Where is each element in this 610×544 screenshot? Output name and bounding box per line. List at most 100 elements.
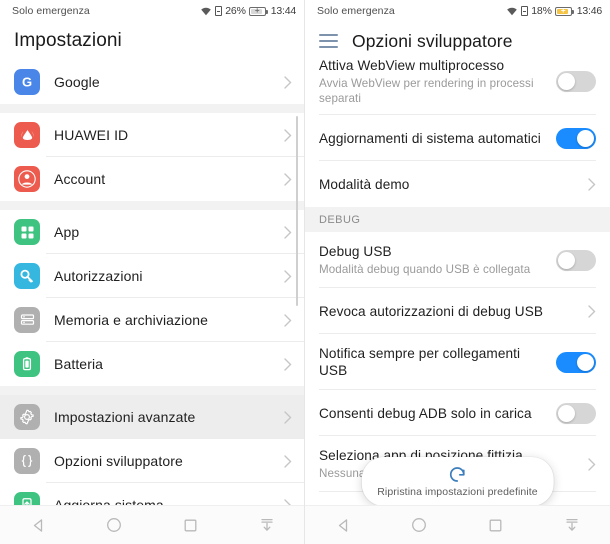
wifi-icon — [506, 6, 518, 16]
toggle-notifica-collegamenti-usb[interactable] — [556, 351, 596, 373]
option-text: Notifica sempre per collegamenti USB — [319, 345, 556, 379]
sidebar-item-google[interactable]: G Google — [0, 60, 304, 104]
carrier-label-right: Solo emergenza — [317, 5, 395, 17]
option-row-notifica-collegamenti-usb[interactable]: Notifica sempre per collegamenti USB — [305, 334, 610, 390]
hamburger-menu-icon[interactable] — [319, 34, 338, 48]
sidebar-item-memoria-archiviazione[interactable]: Memoria e archiviazione — [0, 298, 304, 342]
apps-grid-icon — [14, 219, 40, 245]
account-icon — [14, 166, 40, 192]
option-text: Aggiornamenti di sistema automatici — [319, 130, 556, 147]
sim-card-icon — [215, 6, 223, 16]
status-icons-left: 26% + 13:44 — [200, 5, 296, 17]
option-title: Notifica sempre per collegamenti USB — [319, 346, 521, 378]
sidebar-item-app[interactable]: App — [0, 210, 304, 254]
status-bar-left: Solo emergenza 26% + 13:44 — [0, 0, 304, 22]
hide-navbar-icon[interactable] — [552, 506, 592, 544]
chevron-right-icon — [278, 454, 292, 468]
sidebar-item-batteria[interactable]: Batteria — [0, 342, 304, 386]
key-icon — [14, 263, 40, 289]
group-divider — [0, 386, 304, 395]
toast-text: Ripristina impostazioni predefinite — [377, 486, 538, 498]
navigation-bar-right — [305, 505, 610, 544]
google-icon: G — [14, 69, 40, 95]
option-title: Consenti debug ADB solo in carica — [319, 405, 532, 421]
group-divider — [0, 104, 304, 113]
home-circle-icon[interactable] — [94, 506, 134, 544]
option-title: Revoca autorizzazioni di debug USB — [319, 303, 544, 319]
settings-group-1: G Google — [0, 60, 304, 104]
option-text: Revoca autorizzazioni di debug USB — [319, 303, 582, 320]
huawei-icon — [14, 122, 40, 148]
wifi-icon — [200, 6, 212, 16]
page-title-developer-options: Opzioni sviluppatore — [352, 30, 513, 51]
developer-options-header: Opzioni sviluppatore — [305, 22, 610, 60]
sidebar-item-label: Opzioni sviluppatore — [54, 453, 183, 469]
option-row-aggiornamenti-automatici[interactable]: Aggiornamenti di sistema automatici — [305, 115, 610, 161]
option-text: Attiva WebView multiprocesso Avvia WebVi… — [319, 60, 556, 106]
toggle-webview-multiprocesso[interactable] — [556, 71, 596, 92]
option-title: Modalità demo — [319, 176, 410, 192]
back-triangle-icon[interactable] — [323, 506, 363, 544]
option-row-webview-multiprocesso[interactable]: Attiva WebView multiprocesso Avvia WebVi… — [305, 60, 610, 115]
recents-square-icon[interactable] — [171, 506, 211, 544]
battery-charging-icon-right: + — [554, 6, 574, 16]
sidebar-item-opzioni-sviluppatore[interactable]: Opzioni sviluppatore — [0, 439, 304, 483]
group-divider — [0, 201, 304, 210]
chevron-right-icon — [582, 457, 596, 471]
chevron-right-icon — [278, 357, 292, 371]
sidebar-item-account[interactable]: Account — [0, 157, 304, 201]
toast-ripristina-impostazioni: Ripristina impostazioni predefinite — [361, 457, 554, 506]
loading-spinner-icon — [447, 464, 468, 485]
sidebar-item-label: Memoria e archiviazione — [54, 312, 209, 328]
toggle-debug-usb[interactable] — [556, 249, 596, 271]
toggle-debug-adb-carica[interactable] — [556, 402, 596, 424]
scrollbar-left[interactable] — [295, 116, 298, 306]
option-row-revoca-autorizzazioni[interactable]: Revoca autorizzazioni di debug USB — [305, 288, 610, 334]
hide-navbar-icon[interactable] — [247, 506, 287, 544]
section-header-debug: DEBUG — [305, 207, 610, 232]
option-title: Attiva WebView multiprocesso — [319, 60, 505, 73]
battery-percent-right: 18% — [531, 5, 552, 17]
svg-text:G: G — [22, 75, 32, 90]
option-title: Aggiornamenti di sistema automatici — [319, 130, 541, 146]
carrier-label-left: Solo emergenza — [12, 5, 90, 17]
settings-list-scroll[interactable]: G Google HUAWEI ID Account App Autorizza… — [0, 60, 304, 544]
option-text: Consenti debug ADB solo in carica — [319, 405, 556, 422]
dual-screenshot: Solo emergenza 26% + 13:44 Impostazioni … — [0, 0, 610, 544]
sidebar-item-label: App — [54, 224, 80, 240]
chevron-right-icon — [278, 128, 292, 142]
sidebar-item-label: Batteria — [54, 356, 104, 372]
clock-right: 13:46 — [576, 5, 602, 17]
option-subtitle: Modalità debug quando USB è collegata — [319, 263, 531, 276]
option-row-debug-adb-carica[interactable]: Consenti debug ADB solo in carica — [305, 390, 610, 436]
storage-icon — [14, 307, 40, 333]
sidebar-item-label: Impostazioni avanzate — [54, 409, 196, 425]
braces-icon — [14, 448, 40, 474]
battery-icon — [14, 351, 40, 377]
chevron-right-icon — [278, 269, 292, 283]
recents-square-icon[interactable] — [476, 506, 516, 544]
option-text: Modalità demo — [319, 176, 582, 193]
option-title: Debug USB — [319, 244, 392, 259]
sidebar-item-impostazioni-avanzate[interactable]: Impostazioni avanzate — [0, 395, 304, 439]
chevron-right-icon — [582, 177, 596, 191]
sidebar-item-autorizzazioni[interactable]: Autorizzazioni — [0, 254, 304, 298]
option-text: Debug USB Modalità debug quando USB è co… — [319, 243, 556, 277]
toggle-aggiornamenti-automatici[interactable] — [556, 127, 596, 149]
back-triangle-icon[interactable] — [18, 506, 58, 544]
right-panel-developer-options: Solo emergenza 18% + 13:46 Opzioni svilu… — [305, 0, 610, 544]
sidebar-item-label: Account — [54, 171, 106, 187]
gear-icon — [14, 404, 40, 430]
settings-group-2: HUAWEI ID Account — [0, 113, 304, 201]
navigation-bar-left — [0, 505, 304, 544]
chevron-right-icon — [278, 313, 292, 327]
settings-group-3: App Autorizzazioni Memoria e archiviazio… — [0, 210, 304, 386]
sidebar-item-label: HUAWEI ID — [54, 127, 129, 143]
sidebar-item-huawei-id[interactable]: HUAWEI ID — [0, 113, 304, 157]
battery-percent-left: 26% — [225, 5, 246, 17]
option-row-modalita-demo[interactable]: Modalità demo — [305, 161, 610, 207]
home-circle-icon[interactable] — [399, 506, 439, 544]
clock-left: 13:44 — [270, 5, 296, 17]
sim-card-icon — [521, 6, 529, 16]
option-row-debug-usb[interactable]: Debug USB Modalità debug quando USB è co… — [305, 232, 610, 288]
